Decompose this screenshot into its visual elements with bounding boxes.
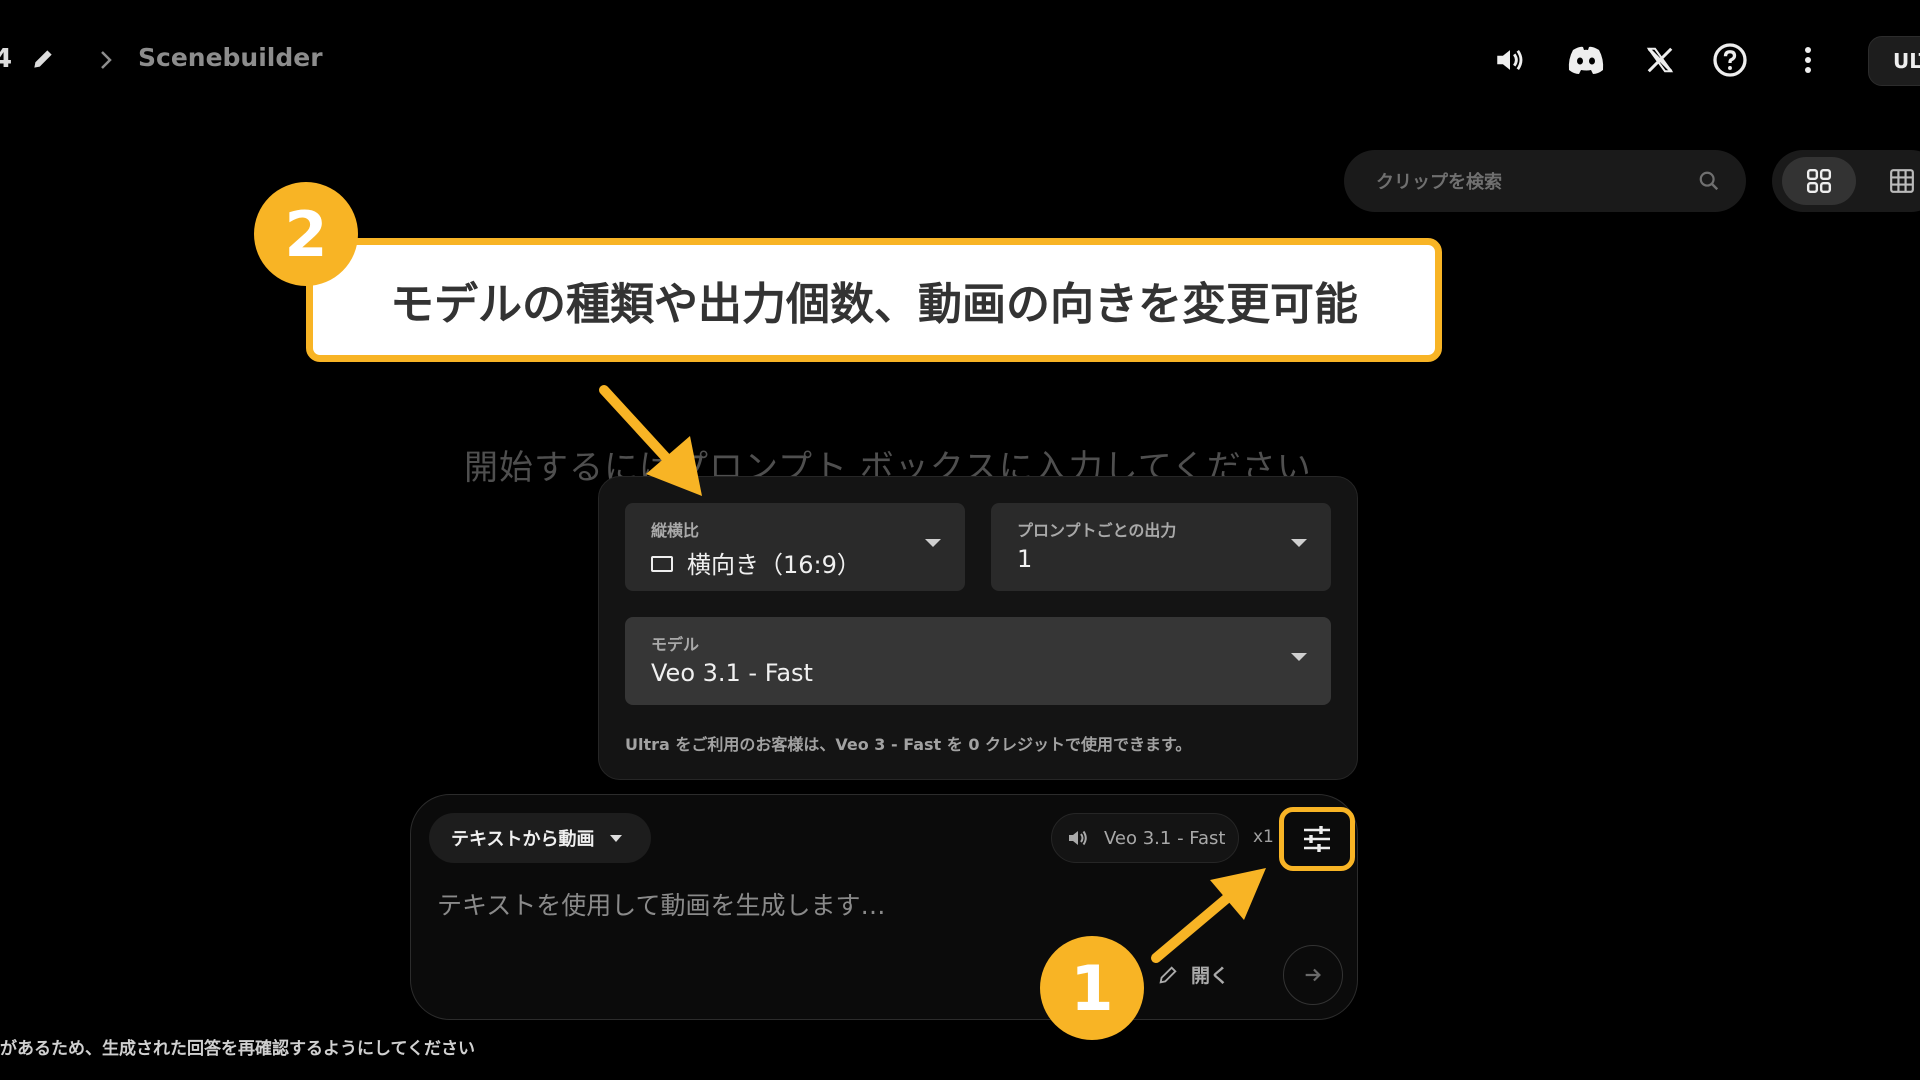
plan-badge[interactable]: ULT — [1868, 36, 1920, 86]
aspect-ratio-value: 横向き（16:9） — [687, 551, 861, 579]
open-button-label: 開く — [1191, 965, 1230, 987]
outputs-per-prompt-value: 1 — [1017, 545, 1033, 573]
model-label: モデル — [651, 635, 700, 654]
breadcrumb-title[interactable]: Scenebuilder — [138, 43, 323, 72]
dense-grid-icon — [1890, 169, 1914, 193]
view-toggle — [1772, 150, 1920, 212]
ai-disclaimer: があるため、生成された回答を再確認するようにしてください — [0, 1039, 475, 1059]
step-2-badge: 2 — [254, 182, 358, 286]
model-value: Veo 3.1 - Fast — [651, 659, 813, 687]
speaker-icon[interactable] — [1490, 40, 1530, 80]
search-icon — [1698, 170, 1720, 192]
chevron-down-icon — [925, 539, 941, 547]
edit-pencil-icon[interactable] — [30, 46, 56, 72]
send-button[interactable] — [1283, 945, 1343, 1005]
generation-mode-label: テキストから動画 — [451, 829, 595, 850]
outputs-per-prompt-select[interactable]: プロンプトごとの出力 1 — [991, 503, 1331, 591]
clip-search[interactable] — [1344, 150, 1746, 214]
help-icon[interactable] — [1710, 40, 1750, 80]
outputs-per-prompt-label: プロンプトごとの出力 — [1017, 521, 1177, 540]
edit-icon — [1159, 965, 1177, 984]
model-select[interactable]: モデル Veo 3.1 - Fast — [625, 617, 1331, 705]
chevron-right-icon — [98, 48, 114, 72]
grid-icon — [1806, 168, 1832, 194]
step-1-badge: 1 — [1040, 936, 1144, 1040]
aspect-ratio-select[interactable]: 縦横比 横向き（16:9） — [625, 503, 965, 591]
model-chip[interactable]: Veo 3.1 - Fast — [1051, 813, 1239, 863]
aspect-ratio-label: 縦横比 — [651, 521, 700, 540]
generation-mode-dropdown[interactable]: テキストから動画 — [429, 813, 651, 863]
clip-search-input[interactable] — [1374, 150, 1690, 214]
model-chip-label: Veo 3.1 - Fast — [1104, 827, 1226, 849]
discord-icon[interactable] — [1566, 40, 1606, 80]
generation-settings-panel: 縦横比 横向き（16:9） プロンプトごとの出力 1 モデル Veo 3.1 -… — [598, 476, 1358, 780]
more-vert-icon[interactable] — [1788, 40, 1828, 80]
dense-grid-view-button[interactable] — [1872, 157, 1920, 205]
tune-icon — [1304, 826, 1330, 852]
open-button[interactable]: 開く — [1157, 961, 1229, 988]
chevron-down-icon — [1291, 539, 1307, 547]
prompt-input[interactable] — [435, 881, 1259, 929]
chevron-down-icon — [1291, 653, 1307, 661]
grid-view-button[interactable] — [1782, 157, 1856, 205]
annotation-callout: モデルの種類や出力個数、動画の向きを変更可能 — [306, 238, 1442, 362]
audio-icon — [1066, 826, 1090, 850]
arrow-right-icon — [1305, 968, 1321, 982]
prompt-box: テキストから動画 Veo 3.1 - Fast x1 開く — [410, 794, 1358, 1020]
output-count-label: x1 — [1253, 827, 1274, 847]
breadcrumb-number: 4 — [0, 44, 13, 74]
settings-tune-button[interactable] — [1279, 807, 1355, 871]
landscape-ratio-icon — [651, 556, 673, 572]
chevron-down-icon — [610, 834, 623, 842]
x-icon[interactable] — [1640, 40, 1680, 80]
ultra-credit-note: Ultra をご利用のお客様は、Veo 3 - Fast を 0 クレジットで使… — [625, 735, 1192, 754]
